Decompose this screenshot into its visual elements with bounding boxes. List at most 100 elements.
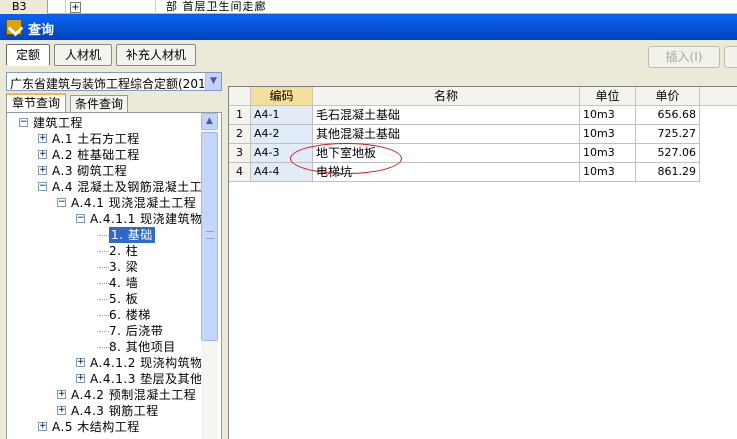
collapse-icon[interactable]: − bbox=[57, 198, 66, 207]
header-unit[interactable]: 单位 bbox=[580, 87, 636, 106]
cell-name[interactable]: 地下室地板 bbox=[313, 144, 580, 163]
tree-node-label[interactable]: 7. 后浇带 bbox=[109, 323, 163, 339]
tree-node-label[interactable]: 4. 墙 bbox=[109, 275, 138, 291]
cell-name[interactable]: 其他混凝土基础 bbox=[313, 125, 580, 144]
tree-node[interactable]: + A.1 土石方工程 bbox=[7, 131, 202, 147]
tree-node-label[interactable]: A.4 混凝土及钢筋混凝土工 bbox=[52, 179, 202, 195]
tree-node-label[interactable]: 2. 柱 bbox=[109, 243, 138, 259]
background-sheet-row: B3 + 部 首层卫生间走廊 bbox=[0, 0, 737, 14]
background-cell bbox=[48, 0, 66, 14]
cell-unit[interactable]: 10m3 bbox=[580, 106, 636, 125]
expand-icon[interactable]: + bbox=[70, 2, 81, 13]
tree-node[interactable]: + A.4.1.2 现浇构筑物 bbox=[7, 355, 202, 371]
expand-icon[interactable]: + bbox=[76, 374, 85, 383]
tree-node-label[interactable]: A.4.3 钢筋工程 bbox=[71, 403, 159, 419]
expand-icon[interactable]: + bbox=[57, 406, 66, 415]
scrollbar-thumb[interactable] bbox=[201, 132, 218, 341]
tree-node[interactable]: 2. 柱 bbox=[7, 243, 202, 259]
row-number[interactable]: 3 bbox=[229, 144, 251, 163]
row-number[interactable]: 2 bbox=[229, 125, 251, 144]
top-tab-bar: 定额 人材机 补充人材机 插入(I) bbox=[0, 42, 737, 68]
cell-price[interactable]: 725.27 bbox=[636, 125, 700, 144]
tree-node[interactable]: 7. 后浇带 bbox=[7, 323, 202, 339]
cell-code[interactable]: A4-3 bbox=[251, 144, 313, 163]
tree-node[interactable]: − A.4 混凝土及钢筋混凝土工 bbox=[7, 179, 202, 195]
tree-node[interactable]: 4. 墙 bbox=[7, 275, 202, 291]
tab-labor-material-machine[interactable]: 人材机 bbox=[54, 44, 112, 66]
quota-library-select[interactable]: 广东省建筑与装饰工程综合定额(201 ▼ bbox=[6, 72, 222, 91]
tab-chapter-query[interactable]: 章节查询 bbox=[6, 93, 66, 113]
insert-button[interactable]: 插入(I) bbox=[648, 46, 720, 68]
title-bar[interactable]: 查询 bbox=[0, 14, 737, 40]
tree-node[interactable]: + A.4.2 预制混凝土工程 bbox=[7, 387, 202, 403]
tree-node-label[interactable]: A.4.2 预制混凝土工程 bbox=[71, 387, 196, 403]
expand-icon[interactable]: + bbox=[57, 390, 66, 399]
tree-node-label[interactable]: A.2 桩基础工程 bbox=[52, 147, 140, 163]
tree-connector bbox=[99, 267, 109, 268]
tree-node-label[interactable]: A.4.1.1 现浇建筑物 bbox=[90, 211, 203, 227]
tree-connector bbox=[99, 235, 109, 236]
header-code[interactable]: 编码 bbox=[251, 87, 313, 106]
grip-icon bbox=[206, 231, 214, 239]
collapse-icon[interactable]: − bbox=[76, 214, 85, 223]
tree-scrollbar[interactable]: ▲ bbox=[201, 113, 218, 439]
cell-name[interactable]: 毛石混凝土基础 bbox=[313, 106, 580, 125]
scroll-up-icon[interactable]: ▲ bbox=[201, 113, 218, 130]
tree-node[interactable]: 1. 基础 bbox=[7, 227, 202, 243]
tree-node[interactable]: + A.2 桩基础工程 bbox=[7, 147, 202, 163]
tree-node[interactable]: 3. 梁 bbox=[7, 259, 202, 275]
tree-node[interactable]: 6. 楼梯 bbox=[7, 307, 202, 323]
tree-node[interactable]: + A.4.1.3 垫层及其他 bbox=[7, 371, 202, 387]
expand-icon[interactable]: + bbox=[38, 150, 47, 159]
cell-code[interactable]: A4-4 bbox=[251, 163, 313, 182]
query-dialog: 查询 定额 人材机 补充人材机 插入(I) 广东省建筑与装饰工程综合定额(201… bbox=[0, 14, 737, 439]
tab-condition-query[interactable]: 条件查询 bbox=[70, 95, 128, 113]
tree-node[interactable]: + A.5 木结构工程 bbox=[7, 419, 202, 435]
cell-price[interactable]: 656.68 bbox=[636, 106, 700, 125]
tree-node[interactable]: − A.4.1 现浇混凝土工程 bbox=[7, 195, 202, 211]
tree-node-label[interactable]: 5. 板 bbox=[109, 291, 138, 307]
tree-node[interactable]: 5. 板 bbox=[7, 291, 202, 307]
header-filler bbox=[700, 87, 737, 106]
row-number[interactable]: 1 bbox=[229, 106, 251, 125]
header-name[interactable]: 名称 bbox=[313, 87, 580, 106]
tree-node-label[interactable]: A.4.1.2 现浇构筑物 bbox=[90, 355, 203, 371]
header-price[interactable]: 单价 bbox=[636, 87, 700, 106]
tree-node[interactable]: + A.3 砌筑工程 bbox=[7, 163, 202, 179]
expand-icon[interactable]: + bbox=[38, 422, 47, 431]
cell-price[interactable]: 527.06 bbox=[636, 144, 700, 163]
tree-node-label[interactable]: 建筑工程 bbox=[33, 115, 83, 131]
cell-code[interactable]: A4-1 bbox=[251, 106, 313, 125]
row-number[interactable]: 4 bbox=[229, 163, 251, 182]
tree-node-label[interactable]: A.3 砌筑工程 bbox=[52, 163, 127, 179]
partial-button[interactable] bbox=[724, 46, 737, 68]
expand-icon[interactable]: + bbox=[38, 166, 47, 175]
background-row-text: 部 首层卫生间走廊 bbox=[166, 0, 267, 13]
tree-node-label[interactable]: 6. 楼梯 bbox=[109, 307, 151, 323]
tree-node-label[interactable]: A.4.1 现浇混凝土工程 bbox=[71, 195, 196, 211]
tree-node[interactable]: + A.4.3 钢筋工程 bbox=[7, 403, 202, 419]
tree-node[interactable]: 8. 其他项目 bbox=[7, 339, 202, 355]
collapse-icon[interactable]: − bbox=[19, 118, 28, 127]
tab-quota[interactable]: 定额 bbox=[6, 44, 50, 66]
tree-connector bbox=[99, 347, 109, 348]
cell-code[interactable]: A4-2 bbox=[251, 125, 313, 144]
chevron-down-icon[interactable]: ▼ bbox=[205, 73, 221, 90]
tree-node-label[interactable]: 3. 梁 bbox=[109, 259, 138, 275]
cell-price[interactable]: 861.29 bbox=[636, 163, 700, 182]
tree-node[interactable]: − A.4.1.1 现浇建筑物 bbox=[7, 211, 202, 227]
tab-supplementary[interactable]: 补充人材机 bbox=[116, 44, 196, 66]
expand-icon[interactable]: + bbox=[38, 134, 47, 143]
cell-unit[interactable]: 10m3 bbox=[580, 125, 636, 144]
tree-node-label[interactable]: 8. 其他项目 bbox=[109, 339, 176, 355]
tree-node-label[interactable]: 1. 基础 bbox=[109, 227, 155, 243]
tree-node[interactable]: − 建筑工程 bbox=[7, 115, 202, 131]
cell-unit[interactable]: 10m3 bbox=[580, 144, 636, 163]
collapse-icon[interactable]: − bbox=[38, 182, 47, 191]
cell-name[interactable]: 电梯坑 bbox=[313, 163, 580, 182]
tree-node-label[interactable]: A.5 木结构工程 bbox=[52, 419, 140, 435]
tree-node-label[interactable]: A.1 土石方工程 bbox=[52, 131, 140, 147]
expand-icon[interactable]: + bbox=[76, 358, 85, 367]
tree-node-label[interactable]: A.4.1.3 垫层及其他 bbox=[90, 371, 203, 387]
cell-unit[interactable]: 10m3 bbox=[580, 163, 636, 182]
